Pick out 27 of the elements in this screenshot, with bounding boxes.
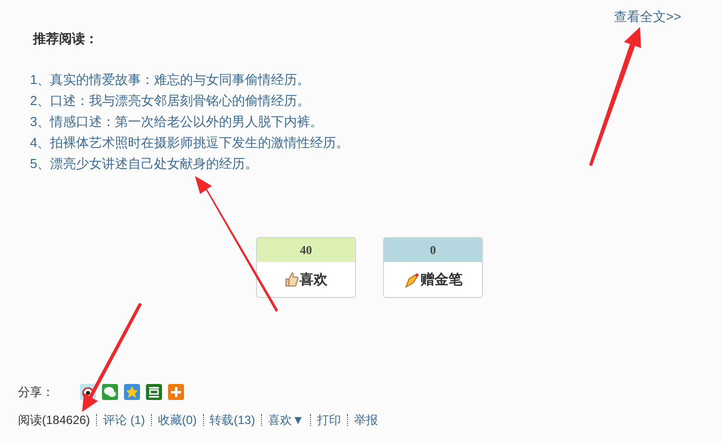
recommended-article-link[interactable]: 5、漂亮少女讲述自己处女献身的经历。 bbox=[30, 153, 721, 174]
vote-label: 喜欢 bbox=[300, 270, 328, 289]
recommended-article-link[interactable]: 3、情感口述：第一次给老公以外的男人脱下内裤。 bbox=[30, 111, 721, 132]
plus-icon[interactable] bbox=[168, 384, 184, 400]
action-link[interactable]: 评论 (1) bbox=[103, 411, 146, 429]
action-link[interactable]: 举报 bbox=[354, 411, 378, 429]
share-label: 分享： bbox=[18, 384, 54, 401]
read-count: 阅读(184626) bbox=[18, 412, 90, 429]
recommended-article-link[interactable]: 1、真实的情爱故事：难忘的与女同事偷情经历。 bbox=[30, 69, 721, 90]
star-icon[interactable] bbox=[124, 384, 140, 400]
recommended-reading-heading: 推荐阅读： bbox=[33, 30, 99, 47]
chat-bubble-icon[interactable] bbox=[102, 384, 118, 400]
view-full-text-link[interactable]: 查看全文>> bbox=[614, 7, 682, 26]
recommended-article-link[interactable]: 4、拍裸体艺术照时在摄影师挑逗下发生的激情性经历。 bbox=[30, 132, 721, 153]
vote-button[interactable]: 40 喜欢 bbox=[256, 237, 356, 298]
recommended-article-link[interactable]: 2、口述：我与漂亮女邻居刻骨铭心的偷情经历。 bbox=[30, 90, 721, 111]
action-link[interactable]: 收藏(0) bbox=[158, 411, 197, 429]
vote-button[interactable]: 0 赠金笔 bbox=[383, 237, 483, 298]
vote-label: 赠金笔 bbox=[420, 270, 462, 289]
douban-icon[interactable] bbox=[146, 384, 162, 400]
like-menu-link[interactable]: 喜欢▼ bbox=[268, 411, 304, 429]
pen-nib-icon bbox=[404, 272, 420, 288]
action-link[interactable]: 打印 bbox=[316, 411, 341, 429]
vote-count: 0 bbox=[384, 238, 482, 262]
thumbs-up-icon bbox=[284, 272, 298, 288]
vote-count: 40 bbox=[257, 238, 355, 262]
action-link[interactable]: 转载(13) bbox=[210, 411, 256, 429]
